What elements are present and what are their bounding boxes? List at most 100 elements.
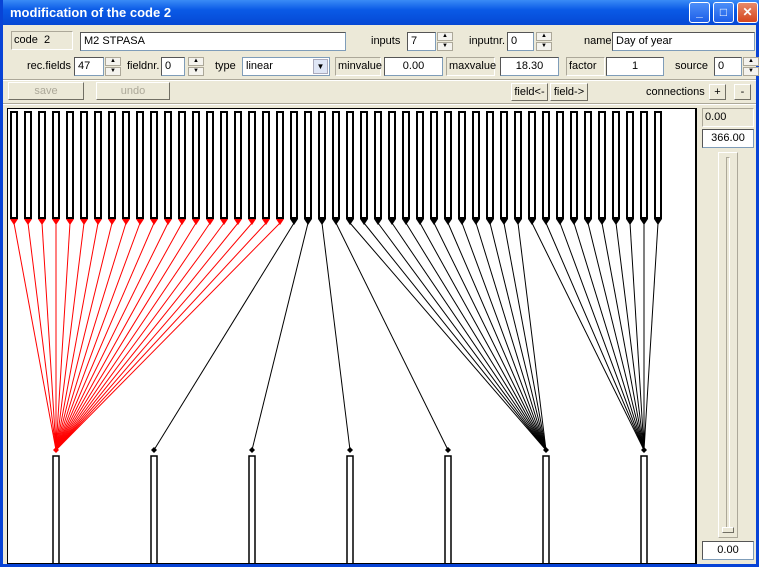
fieldnr-spinner[interactable]: ▲ ▼: [188, 57, 204, 76]
minimize-button[interactable]: _: [689, 2, 710, 23]
field-bar[interactable]: [136, 111, 144, 219]
field-bar[interactable]: [402, 111, 410, 219]
spin-down-icon[interactable]: ▼: [743, 67, 759, 76]
field-bar[interactable]: [276, 111, 284, 219]
input-bar[interactable]: [346, 455, 354, 567]
field-bar[interactable]: [150, 111, 158, 219]
field-bar[interactable]: [332, 111, 340, 219]
spin-down-icon[interactable]: ▼: [105, 67, 121, 76]
field-bar[interactable]: [318, 111, 326, 219]
spin-up-icon[interactable]: ▲: [437, 32, 453, 41]
field-bar[interactable]: [10, 111, 18, 219]
field-bar[interactable]: [542, 111, 550, 219]
connection-canvas[interactable]: [7, 108, 697, 567]
save-button[interactable]: save: [8, 82, 84, 100]
field-bar[interactable]: [528, 111, 536, 219]
field-bar[interactable]: [444, 111, 452, 219]
spin-down-icon[interactable]: ▼: [437, 42, 453, 51]
field-bar[interactable]: [640, 111, 648, 219]
field-bar[interactable]: [416, 111, 424, 219]
field-next-button[interactable]: field->: [550, 83, 588, 101]
field-bar[interactable]: [430, 111, 438, 219]
input-bar[interactable]: [640, 455, 648, 567]
connection-line: [349, 222, 547, 451]
field-bar[interactable]: [164, 111, 172, 219]
input-bar[interactable]: [542, 455, 550, 567]
name-input[interactable]: Day of year: [612, 32, 755, 51]
input-bar[interactable]: [52, 455, 60, 567]
field-bar[interactable]: [388, 111, 396, 219]
inputs-input[interactable]: 7: [407, 32, 436, 51]
slider-thumb[interactable]: [722, 527, 734, 533]
spin-up-icon[interactable]: ▲: [188, 57, 204, 66]
type-select[interactable]: linear ▼: [242, 57, 330, 76]
field-bar[interactable]: [52, 111, 60, 219]
range-current-input[interactable]: 0.00: [702, 541, 754, 560]
chevron-down-icon[interactable]: ▼: [313, 59, 328, 74]
field-bar[interactable]: [248, 111, 256, 219]
field-bar[interactable]: [500, 111, 508, 219]
field-bar[interactable]: [38, 111, 46, 219]
field-bar[interactable]: [290, 111, 298, 219]
factor-input[interactable]: 1: [606, 57, 664, 76]
field-bar[interactable]: [598, 111, 606, 219]
field-bar[interactable]: [24, 111, 32, 219]
source-input[interactable]: 0: [714, 57, 742, 76]
spin-up-icon[interactable]: ▲: [536, 32, 552, 41]
undo-button[interactable]: undo: [96, 82, 170, 100]
source-spinner[interactable]: ▲ ▼: [743, 57, 759, 76]
close-button[interactable]: ✕: [737, 2, 758, 23]
field-prev-button[interactable]: field<-: [511, 83, 548, 101]
spin-down-icon[interactable]: ▼: [188, 67, 204, 76]
field-bar[interactable]: [486, 111, 494, 219]
connection-diagram[interactable]: [8, 109, 696, 567]
field-bar[interactable]: [80, 111, 88, 219]
field-bar[interactable]: [192, 111, 200, 219]
field-bar[interactable]: [262, 111, 270, 219]
field-bar[interactable]: [108, 111, 116, 219]
spin-up-icon[interactable]: ▲: [743, 57, 759, 66]
code-name-input[interactable]: M2 STPASA: [80, 32, 346, 51]
field-bar[interactable]: [472, 111, 480, 219]
field-bar[interactable]: [178, 111, 186, 219]
field-bar[interactable]: [220, 111, 228, 219]
field-bar[interactable]: [514, 111, 522, 219]
field-bar[interactable]: [654, 111, 662, 219]
maximize-button[interactable]: □: [713, 2, 734, 23]
inputnr-input[interactable]: 0: [507, 32, 534, 51]
field-bar[interactable]: [612, 111, 620, 219]
recfields-input[interactable]: 47: [74, 57, 104, 76]
spin-down-icon[interactable]: ▼: [536, 42, 552, 51]
spin-up-icon[interactable]: ▲: [105, 57, 121, 66]
field-bar[interactable]: [584, 111, 592, 219]
field-bar[interactable]: [234, 111, 242, 219]
connection-line: [489, 222, 547, 451]
inputs-spinner[interactable]: ▲ ▼: [437, 32, 453, 51]
field-bar[interactable]: [94, 111, 102, 219]
maxvalue-input[interactable]: 18.30: [500, 57, 559, 76]
input-bar[interactable]: [248, 455, 256, 567]
fieldnr-input[interactable]: 0: [161, 57, 185, 76]
type-value: linear: [246, 60, 273, 72]
input-bar[interactable]: [150, 455, 158, 567]
field-arrow-icon: [276, 219, 284, 225]
remove-connection-button[interactable]: -: [734, 84, 751, 100]
field-bar[interactable]: [206, 111, 214, 219]
field-bar[interactable]: [346, 111, 354, 219]
inputnr-spinner[interactable]: ▲ ▼: [536, 32, 552, 51]
add-connection-button[interactable]: +: [709, 84, 726, 100]
input-bar[interactable]: [444, 455, 452, 567]
field-bar[interactable]: [360, 111, 368, 219]
field-bar[interactable]: [458, 111, 466, 219]
field-bar[interactable]: [374, 111, 382, 219]
field-bar[interactable]: [556, 111, 564, 219]
field-bar[interactable]: [122, 111, 130, 219]
minvalue-input[interactable]: 0.00: [384, 57, 443, 76]
field-bar[interactable]: [66, 111, 74, 219]
field-bar[interactable]: [626, 111, 634, 219]
range-max-input[interactable]: 366.00: [702, 129, 754, 148]
field-bar[interactable]: [304, 111, 312, 219]
range-slider[interactable]: [718, 152, 738, 538]
recfields-spinner[interactable]: ▲ ▼: [105, 57, 121, 76]
field-bar[interactable]: [570, 111, 578, 219]
